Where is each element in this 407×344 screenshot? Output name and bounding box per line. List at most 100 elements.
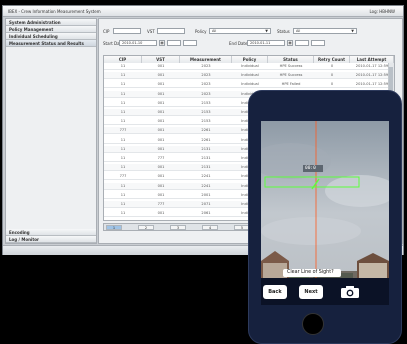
cip-label: CIP: [103, 29, 110, 34]
table-cell: 001: [157, 110, 165, 114]
table-cell: 11: [120, 119, 126, 124]
table-cell: 2241: [201, 174, 211, 179]
sidebar-item-label: Log / Monitor: [9, 237, 39, 242]
table-cell: 2023: [201, 64, 211, 68]
table-cell: 2131: [201, 156, 211, 160]
prompt-label: Clear Line of Sight?: [287, 270, 334, 275]
chevron-down-icon: ▼: [351, 29, 354, 33]
table-cell: 2261: [201, 137, 211, 142]
table-cell: 2061: [201, 211, 211, 216]
camera-icon[interactable]: [339, 285, 361, 299]
table-cell: 2071: [201, 202, 211, 206]
sidebar-item-log-monitor[interactable]: Log / Monitor: [6, 236, 96, 243]
table-row[interactable]: 110012023IndividualHPE Success02010-01-1…: [104, 72, 394, 80]
table-cell: 001: [157, 64, 165, 68]
status-select[interactable]: All ▼: [293, 28, 357, 34]
sidebar: System Administration Policy Management …: [5, 18, 97, 244]
user-info: Log: HBHNW: [369, 9, 395, 14]
table-cell: 0: [330, 73, 334, 78]
table-cell: 0: [330, 64, 334, 68]
table-row[interactable]: 11 001 2023 Individual HPE Failed 0 2010-01-17…: [104, 81, 394, 89]
next-button[interactable]: Next: [299, 285, 323, 299]
column-header[interactable]: VST: [142, 56, 180, 63]
table-cell: 001: [157, 211, 165, 216]
table-row[interactable]: 110012023IndividualHPE Success02010-01-1…: [104, 63, 394, 70]
table-cell: 11: [120, 165, 126, 170]
reading-label: 00:0: [305, 166, 316, 171]
window-title: IBEX - Crew Information Measurement Syst…: [8, 9, 101, 14]
table-cell: 2153: [201, 100, 211, 105]
vst-input[interactable]: [157, 28, 185, 34]
column-header[interactable]: Measurement: [180, 56, 232, 63]
table-cell: 001: [157, 165, 165, 170]
end-minute-select[interactable]: [311, 40, 325, 46]
table-cell: 777: [157, 202, 165, 206]
sidebar-item-label: System Administration: [9, 20, 61, 25]
sidebar-item-encoding[interactable]: Encoding: [6, 229, 96, 236]
sidebar-item-label: Measurement Status and Results: [9, 41, 84, 46]
table-cell: Individual: [241, 73, 259, 78]
smartphone: 00:0 Clear Line of Sight? Back Next: [248, 90, 402, 344]
table-cell: 2153: [201, 110, 211, 114]
start-hour-select[interactable]: [167, 40, 181, 46]
column-header[interactable]: Retry Count: [314, 56, 350, 63]
table-cell: 001: [157, 174, 165, 179]
back-button[interactable]: Back: [263, 285, 287, 299]
column-header[interactable]: Policy: [232, 56, 268, 63]
start-date-value: 2010-01-10: [122, 41, 143, 45]
end-date-label: End Date: [229, 41, 248, 46]
table-cell: 001: [157, 82, 165, 87]
table-cell: HPE Success: [279, 64, 303, 68]
table-cell: 001: [157, 100, 165, 105]
table-cell: 11: [120, 192, 126, 197]
table-cell: 2261: [201, 128, 211, 133]
title-bar: IBEX - Crew Information Measurement Syst…: [3, 6, 403, 17]
column-header[interactable]: CIP: [104, 56, 142, 63]
table-cell: 2023: [201, 82, 211, 87]
sidebar-item-system-administration[interactable]: System Administration: [6, 19, 96, 26]
table-cell: 11: [120, 211, 126, 216]
page-4-button[interactable]: 4: [202, 225, 218, 230]
status-label: Status: [277, 29, 290, 34]
page-3-button[interactable]: 3: [170, 225, 186, 230]
table-cell: 777: [119, 174, 127, 179]
policy-select[interactable]: All ▼: [209, 28, 271, 34]
table-cell: 2131: [201, 146, 211, 151]
page-2-button[interactable]: 2: [138, 225, 154, 230]
table-cell: 11: [120, 91, 126, 96]
table-cell: Individual: [241, 82, 259, 87]
chevron-down-icon: ▼: [265, 29, 268, 33]
camera-view: 00:0 Clear Line of Sight? Back Next: [261, 121, 389, 305]
vst-label: VST: [147, 29, 155, 34]
table-cell: 11: [120, 146, 126, 151]
sidebar-item-label: Encoding: [9, 230, 30, 235]
start-minute-select[interactable]: [183, 40, 197, 46]
table-cell: 11: [120, 156, 126, 160]
cip-input[interactable]: [113, 28, 141, 34]
table-cell: 11: [120, 73, 126, 78]
sidebar-item-policy-management[interactable]: Policy Management: [6, 26, 96, 33]
sidebar-item-label: Policy Management: [9, 27, 54, 32]
table-cell: 001: [157, 146, 165, 151]
start-date-input[interactable]: 2010-01-10: [119, 40, 157, 46]
end-hour-select[interactable]: [295, 40, 309, 46]
page-1-button[interactable]: 1: [106, 225, 122, 230]
end-date-input[interactable]: 2010-01-11: [247, 40, 285, 46]
table-cell: 001: [157, 128, 165, 133]
table-cell: HPE Failed: [281, 82, 301, 87]
policy-value: All: [212, 29, 217, 33]
end-date-value: 2010-01-11: [250, 41, 271, 45]
calendar-icon[interactable]: ▦: [159, 40, 165, 46]
sidebar-item-individual-scheduling[interactable]: Individual Scheduling: [6, 33, 96, 40]
table-cell: 001: [157, 91, 165, 96]
table-cell: 2131: [201, 165, 211, 170]
home-button[interactable]: [302, 313, 324, 335]
sidebar-item-measurement-status[interactable]: Measurement Status and Results: [6, 40, 96, 47]
table-cell: 11: [120, 64, 126, 68]
column-header[interactable]: Last Attempt: [350, 56, 394, 63]
column-header[interactable]: Status: [268, 56, 314, 63]
table-cell: 001: [157, 119, 165, 124]
table-cell: Individual: [241, 64, 259, 68]
calendar-icon[interactable]: ▦: [287, 40, 293, 46]
table-cell: 001: [157, 183, 165, 188]
